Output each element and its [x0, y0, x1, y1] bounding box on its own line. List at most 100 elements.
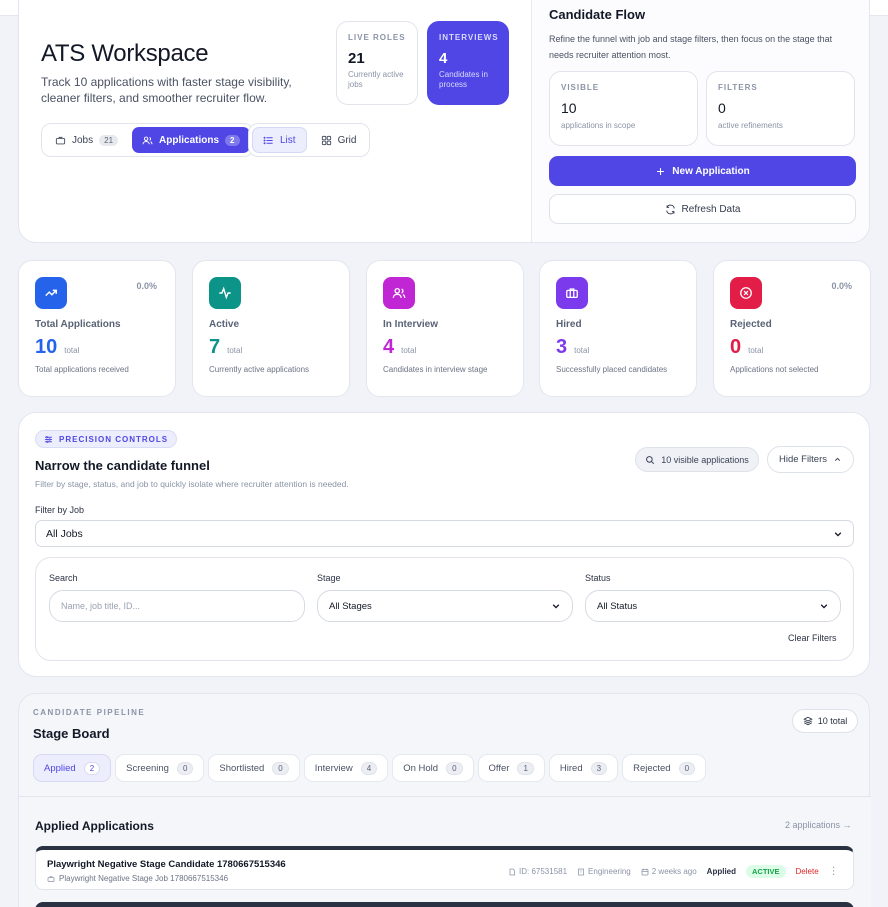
briefcase-icon — [55, 136, 66, 144]
precision-controls-chip: PRECISION CONTROLS — [35, 430, 178, 448]
kpi-in-interview-title: In Interview — [383, 319, 439, 330]
application-row[interactable]: Playwright Negative Stage Candidate 1780… — [35, 846, 854, 890]
kpi-total-applications-unit: total — [64, 346, 80, 355]
row-id-label: ID: 67531581 — [519, 867, 568, 876]
application-row-2[interactable] — [35, 902, 854, 907]
visible-applications-pill: 10 visible applications — [635, 447, 759, 472]
job-filter-select[interactable]: All Jobs — [35, 520, 854, 547]
stage-badge: Applied — [706, 867, 737, 876]
live-roles-caption: Currently active jobs — [348, 70, 404, 89]
delete-button[interactable]: Delete — [796, 867, 819, 876]
tab-jobs-label: Jobs — [72, 134, 94, 146]
layout-list-label: List — [280, 134, 296, 146]
kpi-rejected-title: Rejected — [730, 319, 772, 330]
status-badge: ACTIVE — [746, 865, 786, 878]
tab-applied[interactable]: Applied 2 — [33, 754, 112, 782]
new-application-button[interactable]: New Application — [549, 156, 856, 186]
filters-caption: active refinements — [718, 121, 783, 130]
stage-value: All Stages — [329, 600, 372, 612]
hide-filters-button[interactable]: Hide Filters — [767, 446, 854, 473]
stage-tabs: Applied 2 Screening 0 Shortlisted 0 Intervi… — [33, 754, 707, 782]
layout-grid-label: Grid — [337, 134, 357, 146]
tab-on-hold[interactable]: On Hold 0 — [392, 754, 474, 782]
live-roles-stat: LIVE ROLES 21 Currently active jobs — [336, 21, 418, 105]
sliders-icon — [45, 435, 52, 443]
tab-interview[interactable]: Interview 4 — [303, 754, 389, 782]
applied-count-link[interactable]: 2 applications → — [785, 820, 852, 830]
candidate-job-label: Playwright Negative Stage Job 1780667515… — [59, 874, 229, 883]
tab-screening-count: 0 — [176, 761, 194, 775]
visible-applications-label: 10 visible applications — [661, 454, 749, 465]
tab-rejected[interactable]: Rejected 0 — [622, 754, 707, 782]
status-select[interactable]: All Status — [585, 590, 841, 622]
refresh-data-button[interactable]: Refresh Data — [549, 194, 856, 224]
refresh-icon — [665, 204, 675, 214]
live-roles-label: LIVE ROLES — [348, 33, 406, 42]
row-department-label: Engineering — [588, 867, 631, 876]
job-filter-label: Filter by Job — [35, 505, 85, 515]
list-icon — [263, 136, 273, 144]
layout-grid-button[interactable]: Grid — [311, 127, 367, 153]
kpi-rejected-pct: 0.0% — [831, 281, 852, 291]
users-icon — [383, 277, 415, 309]
visible-label: VISIBLE — [561, 83, 600, 92]
chevron-up-icon — [834, 457, 841, 461]
candidate-job: Playwright Negative Stage Job 1780667515… — [47, 874, 228, 883]
candidate-flow-panel: Candidate Flow Refine the funnel with jo… — [531, 0, 869, 242]
tab-applied-count: 2 — [83, 761, 101, 775]
tab-hired-label: Hired — [559, 762, 583, 774]
tab-hired[interactable]: Hired 3 — [548, 754, 619, 782]
kpi-hired-unit: total — [574, 346, 590, 355]
kpi-total-applications-pct: 0.0% — [136, 281, 157, 291]
page-title: ATS Workspace — [41, 40, 209, 67]
briefcase-icon — [556, 277, 588, 309]
tab-applications[interactable]: Applications 2 — [132, 127, 250, 153]
pipeline-title: Stage Board — [33, 726, 110, 741]
filters-card: PRECISION CONTROLS Narrow the candidate … — [18, 412, 870, 677]
more-icon[interactable]: ⋮ — [829, 866, 839, 877]
total-pill-label: 10 total — [817, 716, 848, 726]
trend-up-icon — [35, 277, 67, 309]
applied-section: Applied Applications 2 applications → Pl… — [19, 796, 871, 907]
applied-title: Applied Applications — [35, 819, 154, 833]
kpi-hired-value: 3 — [556, 336, 568, 358]
interviews-stat: INTERVIEWS 4 Candidates in process — [427, 21, 509, 105]
stage-select[interactable]: All Stages — [317, 590, 573, 622]
file-icon — [509, 868, 515, 875]
layout-list-button[interactable]: List — [252, 127, 307, 153]
kpi-hired-caption: Successfully placed candidates — [556, 365, 668, 374]
kpi-rejected-unit: total — [748, 346, 764, 355]
kpi-active-caption: Currently active applications — [209, 365, 310, 374]
search-label: Search — [49, 573, 78, 583]
chevron-down-icon — [820, 604, 828, 609]
hero-card: ATS Workspace Track 10 applications with… — [18, 0, 870, 243]
kpi-in-interview-caption: Candidates in interview stage — [383, 365, 488, 374]
search-input[interactable]: Name, job title, ID... — [49, 590, 305, 622]
visible-caption: applications in scope — [561, 121, 636, 130]
flow-description: Refine the funnel with job and stage fil… — [549, 34, 833, 60]
calendar-icon — [641, 868, 649, 875]
kpi-active: Active 7 total Currently active applicati… — [192, 260, 350, 397]
layout-switcher: List Grid — [248, 123, 371, 157]
row-time-label: 2 weeks ago — [651, 867, 697, 876]
flow-title: Candidate Flow — [549, 7, 646, 22]
grid-icon — [321, 135, 331, 145]
tab-offer[interactable]: Offer 1 — [477, 754, 545, 782]
clear-filters-button[interactable]: Clear Filters — [788, 633, 837, 643]
filters-description: Filter by stage, status, and job to quic… — [35, 479, 349, 489]
tab-screening[interactable]: Screening 0 — [115, 754, 205, 782]
tab-interview-label: Interview — [314, 762, 353, 774]
status-value: All Status — [597, 600, 638, 612]
row-id: ID: 67531581 — [508, 867, 567, 876]
kpi-in-interview-value: 4 — [383, 336, 395, 358]
chevron-down-icon — [552, 604, 560, 609]
tab-jobs[interactable]: Jobs 21 — [45, 127, 128, 153]
tab-shortlisted-label: Shortlisted — [219, 762, 265, 774]
filter-panel: Search Name, job title, ID... Stage All … — [35, 557, 854, 661]
chevron-down-icon — [834, 531, 842, 536]
filters-stat: FILTERS 0 active refinements — [706, 71, 855, 146]
tab-offer-label: Offer — [488, 762, 510, 774]
total-pill: 10 total — [792, 709, 858, 733]
kpi-active-title: Active — [209, 319, 240, 330]
tab-shortlisted[interactable]: Shortlisted 0 — [208, 754, 300, 782]
